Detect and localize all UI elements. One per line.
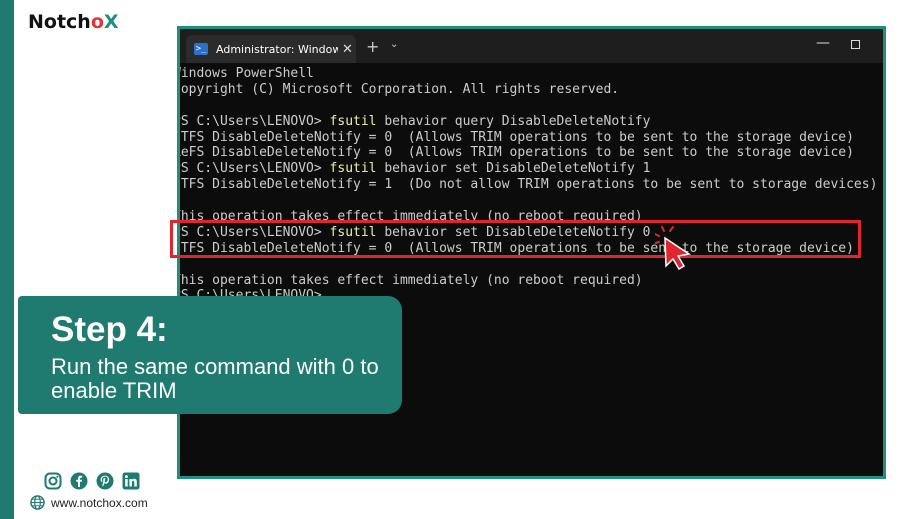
logo-text-o: o bbox=[90, 11, 104, 33]
console-command: fsutil bbox=[329, 161, 377, 177]
console-output[interactable]: Windows PowerShell Copyright (C) Microsof… bbox=[180, 66, 883, 304]
minimize-button[interactable]: — bbox=[816, 35, 830, 51]
left-accent-strip bbox=[0, 0, 14, 519]
tab-title: Administrator: Windows Powe bbox=[216, 42, 338, 56]
console-line: NTFS DisableDeleteNotify = 0 (Allows TRI… bbox=[180, 130, 883, 146]
tab-administrator-powershell[interactable]: >_ Administrator: Windows Powe ✕ bbox=[186, 35, 356, 63]
new-tab-button[interactable]: + bbox=[366, 37, 379, 56]
step-card: Step 4: Run the same command with 0 to e… bbox=[18, 296, 402, 414]
social-links bbox=[44, 472, 140, 490]
console-text: ReFS DisableDeleteNotify = 0 (Allows TRI… bbox=[180, 145, 854, 161]
pinterest-icon[interactable] bbox=[96, 472, 114, 490]
console-text: Copyright (C) Microsoft Corporation. All… bbox=[180, 81, 620, 97]
console-text-args: behavior query DisableDeleteNotify bbox=[376, 113, 651, 129]
console-text: This operation takes effect immediately … bbox=[180, 272, 643, 288]
website-url: www.notchox.com bbox=[51, 495, 148, 510]
globe-icon bbox=[30, 495, 45, 510]
console-text: NTFS DisableDeleteNotify = 1 (Do not all… bbox=[180, 177, 878, 193]
linkedin-icon[interactable] bbox=[122, 472, 140, 490]
console-line: Windows PowerShell bbox=[180, 66, 883, 82]
console-line: PS C:\Users\LENOVO> fsutil behavior quer… bbox=[180, 114, 883, 130]
logo-text-x: X bbox=[103, 11, 119, 33]
console-line: ReFS DisableDeleteNotify = 0 (Allows TRI… bbox=[180, 145, 883, 161]
console-line: NTFS DisableDeleteNotify = 1 (Do not all… bbox=[180, 177, 883, 193]
chevron-down-icon[interactable]: ⌄ bbox=[390, 39, 398, 50]
console-command: fsutil bbox=[329, 113, 377, 129]
powershell-icon: >_ bbox=[194, 43, 208, 55]
website-link[interactable]: www.notchox.com bbox=[30, 495, 148, 510]
brand-logo: Notch o X bbox=[28, 11, 119, 33]
console-text-args: behavior set DisableDeleteNotify 1 bbox=[376, 161, 651, 177]
instagram-icon[interactable] bbox=[44, 472, 62, 490]
close-icon[interactable]: ✕ bbox=[342, 42, 353, 57]
window-titlebar: >_ Administrator: Windows Powe ✕ + ⌄ — bbox=[180, 29, 883, 63]
console-text: NTFS DisableDeleteNotify = 0 (Allows TRI… bbox=[180, 129, 854, 145]
console-text: PS C:\Users\LENOVO> bbox=[180, 113, 330, 129]
console-text: Windows PowerShell bbox=[180, 66, 314, 81]
maximize-button[interactable] bbox=[851, 40, 860, 49]
console-line: PS C:\Users\LENOVO> fsutil behavior set … bbox=[180, 161, 883, 177]
step-title: Step 4: bbox=[51, 310, 168, 349]
step-description: Run the same command with 0 to enable TR… bbox=[51, 354, 379, 403]
logo-text-main: Notch bbox=[28, 11, 91, 33]
console-line: This operation takes effect immediately … bbox=[180, 273, 883, 289]
mouse-cursor-icon bbox=[655, 226, 691, 270]
console-text: PS C:\Users\LENOVO> bbox=[180, 161, 330, 177]
command-highlight-box bbox=[170, 220, 861, 258]
console-line: Copyright (C) Microsoft Corporation. All… bbox=[180, 82, 883, 98]
facebook-icon[interactable] bbox=[70, 472, 88, 490]
